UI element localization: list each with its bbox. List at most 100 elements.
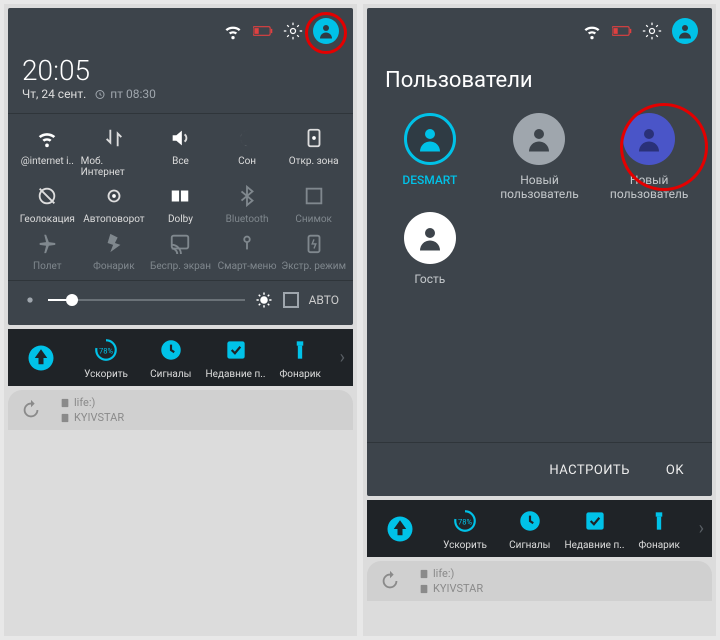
- toggle-moon[interactable]: Сон: [214, 126, 281, 178]
- date-text: Чт, 24 сент.: [22, 87, 86, 101]
- shortcut-recent[interactable]: Недавние п..: [204, 335, 267, 380]
- svg-text:78%: 78%: [99, 346, 114, 355]
- clock-block: 20:05 Чт, 24 сент. пт 08:30: [8, 50, 353, 103]
- sim-bar: life:) KYIVSTAR: [8, 390, 353, 430]
- toggle-dolby[interactable]: Dolby: [147, 184, 214, 225]
- sim2-label: KYIVSTAR: [60, 411, 124, 424]
- brightness-row: АВТО: [8, 280, 353, 325]
- shortcut-boost[interactable]: 78% Ускорить: [434, 506, 497, 551]
- status-bar: [8, 8, 353, 50]
- svg-text:78%: 78%: [458, 517, 473, 526]
- users-panel: Пользователи DESMART Новый пользователь Но…: [367, 8, 712, 496]
- auto-brightness-label: АВТО: [309, 293, 339, 307]
- shortcut-row: 78% Ускорить Сигналы Недавние п.. Фонарик ›: [367, 500, 712, 557]
- toggle-label: Моб. Интернет: [81, 156, 148, 178]
- battery-icon: [612, 21, 632, 41]
- sim1-label: life:): [419, 567, 483, 580]
- auto-brightness-checkbox[interactable]: [283, 292, 299, 308]
- shortcut-label: Сигналы: [150, 369, 191, 380]
- alarm-text: пт 08:30: [94, 87, 156, 101]
- settings-button[interactable]: НАСТРОИТЬ: [549, 463, 630, 478]
- toggle-location[interactable]: Геолокация: [14, 184, 81, 225]
- toggle-plane[interactable]: Полет: [14, 231, 81, 272]
- brightness-slider[interactable]: [48, 299, 245, 301]
- toggle-data[interactable]: Моб. Интернет: [81, 126, 148, 178]
- chevron-right-icon[interactable]: ›: [693, 518, 710, 539]
- toggle-wifi[interactable]: @internet i..: [14, 126, 81, 178]
- toggle-label: Беспр. экран: [150, 261, 211, 272]
- sim-bar: life:) KYIVSTAR: [367, 561, 712, 601]
- shortcut-clock78[interactable]: Сигналы: [498, 506, 561, 551]
- shortcut-boost[interactable]: 78% Ускорить: [75, 335, 138, 380]
- toggle-hotspot[interactable]: Откр. зона: [280, 126, 347, 178]
- left-phone: 20:05 Чт, 24 сент. пт 08:30 @internet i.…: [4, 4, 357, 636]
- toggle-label: Откр. зона: [289, 156, 339, 167]
- user-name: Новый пользователь: [500, 173, 578, 202]
- shortcut-torch[interactable]: Фонарик: [628, 506, 691, 551]
- shortcut-label: Ускорить: [84, 369, 128, 380]
- sim1-label: life:): [60, 396, 124, 409]
- user-name: DESMART: [402, 173, 457, 187]
- users-title: Пользователи: [367, 50, 712, 99]
- toggle-bt[interactable]: Bluetooth: [214, 184, 281, 225]
- sim2-label: KYIVSTAR: [419, 582, 483, 595]
- toggle-screenshot[interactable]: Снимок: [280, 184, 347, 225]
- toggle-label: @internet i..: [21, 156, 74, 167]
- toggle-label: Снимок: [295, 214, 332, 225]
- user-switch-icon[interactable]: [672, 18, 698, 44]
- toggle-label: Все: [172, 156, 189, 167]
- toggle-label: Сон: [238, 156, 256, 167]
- wifi-icon: [223, 21, 243, 41]
- user-новый-пользователь[interactable]: Новый пользователь: [485, 113, 595, 202]
- toggle-rotate[interactable]: Автоповорот: [81, 184, 148, 225]
- users-actions: НАСТРОИТЬ OK: [367, 442, 712, 496]
- status-bar: [367, 8, 712, 50]
- user-name: Новый пользователь: [610, 173, 688, 202]
- chevron-right-icon[interactable]: ›: [334, 347, 351, 368]
- shortcut-label: Ускорить: [443, 540, 487, 551]
- toggle-label: Автоповорот: [83, 214, 144, 225]
- toggle-touch[interactable]: Смарт-меню: [214, 231, 281, 272]
- shortcut-label: Фонарик: [639, 540, 680, 551]
- toggle-battery[interactable]: Экстр. режим: [280, 231, 347, 272]
- toggle-volume[interactable]: Все: [147, 126, 214, 178]
- ok-button[interactable]: OK: [666, 463, 684, 478]
- shortcut-label: Недавние п..: [206, 369, 266, 380]
- history-icon[interactable]: [379, 570, 401, 592]
- shortcut-label: Сигналы: [509, 540, 550, 551]
- history-icon[interactable]: [20, 399, 42, 421]
- gear-icon[interactable]: [283, 21, 303, 41]
- gear-icon[interactable]: [642, 21, 662, 41]
- toggle-label: Экстр. режим: [281, 261, 346, 272]
- toggles-grid: @internet i.. Моб. Интернет Все Сон Откр. зо…: [8, 113, 353, 280]
- users-grid: DESMART Новый пользователь Новый пользоват…: [367, 99, 712, 292]
- shortcut-logo[interactable]: [10, 343, 73, 373]
- shortcut-logo[interactable]: [369, 514, 432, 544]
- user-desmart[interactable]: DESMART: [375, 113, 485, 202]
- brightness-low-icon: [22, 292, 38, 308]
- wifi-icon: [582, 21, 602, 41]
- right-phone: Пользователи DESMART Новый пользователь Но…: [363, 4, 716, 636]
- toggle-cast[interactable]: Беспр. экран: [147, 231, 214, 272]
- clock-time: 20:05: [22, 54, 339, 87]
- toggle-label: Bluetooth: [226, 214, 269, 225]
- toggle-label: Геолокация: [20, 214, 75, 225]
- toggle-label: Фонарик: [93, 261, 134, 272]
- brightness-high-icon: [255, 291, 273, 309]
- shortcut-clock78[interactable]: Сигналы: [139, 335, 202, 380]
- shortcut-label: Недавние п..: [565, 540, 625, 551]
- quick-settings-panel: 20:05 Чт, 24 сент. пт 08:30 @internet i.…: [8, 8, 353, 325]
- shortcut-recent[interactable]: Недавние п..: [563, 506, 626, 551]
- battery-icon: [253, 21, 273, 41]
- user-name: Гость: [414, 272, 445, 286]
- user-switch-icon[interactable]: [313, 18, 339, 44]
- toggle-label: Полет: [33, 261, 62, 272]
- toggle-label: Dolby: [168, 214, 193, 225]
- user-гость[interactable]: Гость: [375, 212, 485, 286]
- shortcut-torch[interactable]: Фонарик: [269, 335, 332, 380]
- toggle-label: Смарт-меню: [218, 261, 277, 272]
- toggle-flash[interactable]: Фонарик: [81, 231, 148, 272]
- shortcut-row: 78% Ускорить Сигналы Недавние п.. Фонарик ›: [8, 329, 353, 386]
- user-новый-пользователь[interactable]: Новый пользователь: [594, 113, 704, 202]
- shortcut-label: Фонарик: [280, 369, 321, 380]
